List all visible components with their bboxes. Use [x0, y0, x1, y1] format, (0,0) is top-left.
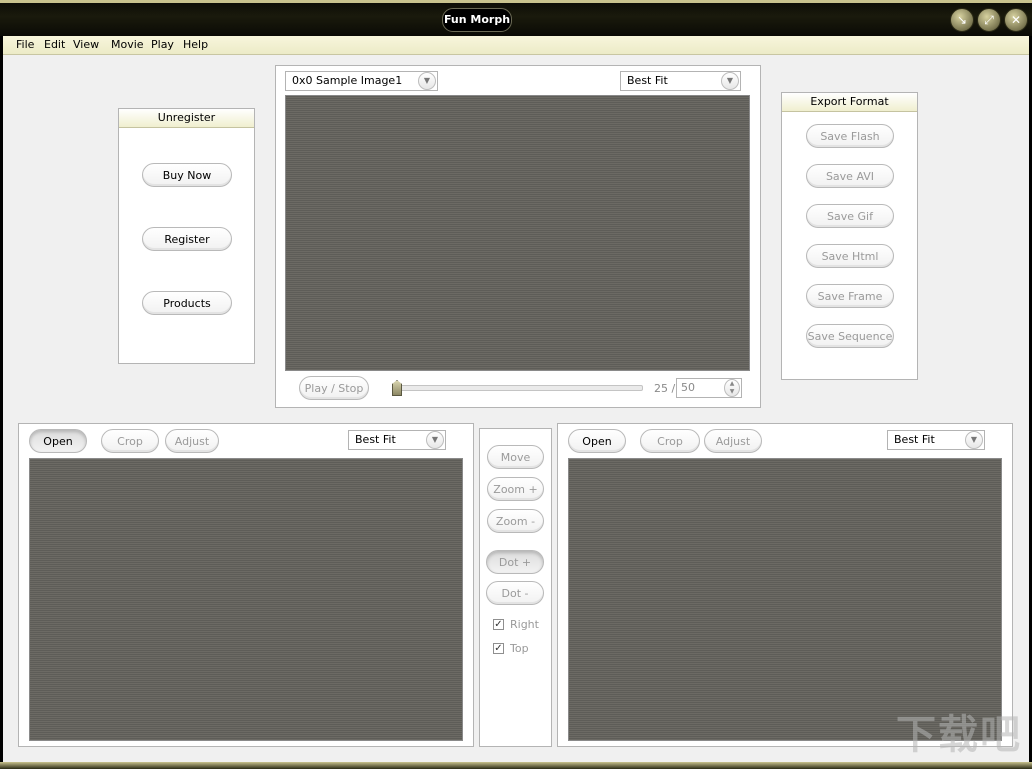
dot-remove-button[interactable]: Dot -	[486, 581, 544, 605]
buy-now-button[interactable]: Buy Now	[142, 163, 232, 187]
export-panel-title: Export Format	[782, 93, 917, 112]
left-fit-value: Best Fit	[355, 433, 396, 446]
frame-total-field[interactable]: 50 ▲ ▼	[676, 378, 742, 398]
zoom-in-button[interactable]: Zoom +	[487, 477, 544, 501]
menu-view[interactable]: View	[73, 38, 99, 51]
register-button[interactable]: Register	[142, 227, 232, 251]
right-fit-select[interactable]: Best Fit ▼	[887, 430, 985, 450]
menu-play[interactable]: Play	[151, 38, 174, 51]
unregister-panel: Unregister Buy Now Register Products	[118, 108, 255, 364]
save-gif-button[interactable]: Save Gif	[806, 204, 894, 228]
right-checkbox[interactable]: ✓	[493, 619, 504, 630]
watermark-logo: 下载吧	[896, 712, 1022, 758]
left-crop-button[interactable]: Crop	[101, 429, 159, 453]
right-fit-value: Best Fit	[894, 433, 935, 446]
save-flash-button[interactable]: Save Flash	[806, 124, 894, 148]
export-panel: Export Format Save Flash Save AVI Save G…	[781, 92, 918, 380]
save-frame-button[interactable]: Save Frame	[806, 284, 894, 308]
save-html-button[interactable]: Save Html	[806, 244, 894, 268]
menu-edit[interactable]: Edit	[44, 38, 65, 51]
preview-fit-select[interactable]: Best Fit ▼	[620, 71, 741, 91]
menu-help[interactable]: Help	[183, 38, 208, 51]
window-bottom-frame	[0, 762, 1032, 769]
chevron-down-icon[interactable]: ▼	[418, 72, 436, 90]
preview-panel: 0x0 Sample Image1 ▼ Best Fit ▼ Play / St…	[275, 65, 761, 408]
right-image-panel: Open Crop Adjust Best Fit ▼	[557, 423, 1013, 747]
unregister-panel-title: Unregister	[119, 109, 254, 128]
top-checkbox[interactable]: ✓	[493, 643, 504, 654]
left-fit-select[interactable]: Best Fit ▼	[348, 430, 446, 450]
chevron-down-icon[interactable]: ▼	[721, 72, 739, 90]
zoom-out-button[interactable]: Zoom -	[487, 509, 544, 533]
move-button[interactable]: Move	[487, 445, 544, 469]
left-image-panel: Open Crop Adjust Best Fit ▼	[18, 423, 474, 747]
spinner-icon[interactable]: ▲ ▼	[724, 379, 740, 397]
menu-movie[interactable]: Movie	[111, 38, 144, 51]
save-sequence-button[interactable]: Save Sequence	[806, 324, 894, 348]
menu-bar: File Edit View Movie Play Help	[3, 36, 1029, 55]
minimize-icon[interactable]: ↘	[950, 8, 974, 32]
source-select-value: 0x0 Sample Image1	[292, 74, 403, 87]
source-select[interactable]: 0x0 Sample Image1 ▼	[285, 71, 438, 91]
chevron-down-icon[interactable]: ▼	[426, 431, 444, 449]
right-crop-button[interactable]: Crop	[640, 429, 700, 453]
tools-panel: Move Zoom + Zoom - Dot + Dot - ✓ Right ✓…	[479, 428, 552, 747]
preview-canvas[interactable]	[285, 95, 750, 371]
dot-add-button[interactable]: Dot +	[486, 550, 544, 574]
products-button[interactable]: Products	[142, 291, 232, 315]
maximize-icon[interactable]: ⤢	[977, 8, 1001, 32]
save-avi-button[interactable]: Save AVI	[806, 164, 894, 188]
chevron-down-icon[interactable]: ▼	[965, 431, 983, 449]
title-bar	[0, 0, 1032, 36]
left-open-button[interactable]: Open	[29, 429, 87, 453]
frame-total-value: 50	[681, 381, 695, 394]
top-checkbox-label: Top	[510, 642, 529, 655]
play-stop-button[interactable]: Play / Stop	[299, 376, 369, 400]
preview-fit-value: Best Fit	[627, 74, 668, 87]
menu-file[interactable]: File	[16, 38, 34, 51]
window-title: Fun Morph	[442, 8, 512, 32]
right-open-button[interactable]: Open	[568, 429, 626, 453]
right-adjust-button[interactable]: Adjust	[704, 429, 762, 453]
left-adjust-button[interactable]: Adjust	[165, 429, 219, 453]
left-image-canvas[interactable]	[29, 458, 463, 741]
right-image-canvas[interactable]	[568, 458, 1002, 741]
close-icon[interactable]: ✕	[1004, 8, 1028, 32]
slider-thumb[interactable]	[392, 380, 402, 396]
frame-current: 25 /	[654, 382, 676, 395]
frame-slider[interactable]	[393, 385, 643, 391]
right-checkbox-label: Right	[510, 618, 539, 631]
